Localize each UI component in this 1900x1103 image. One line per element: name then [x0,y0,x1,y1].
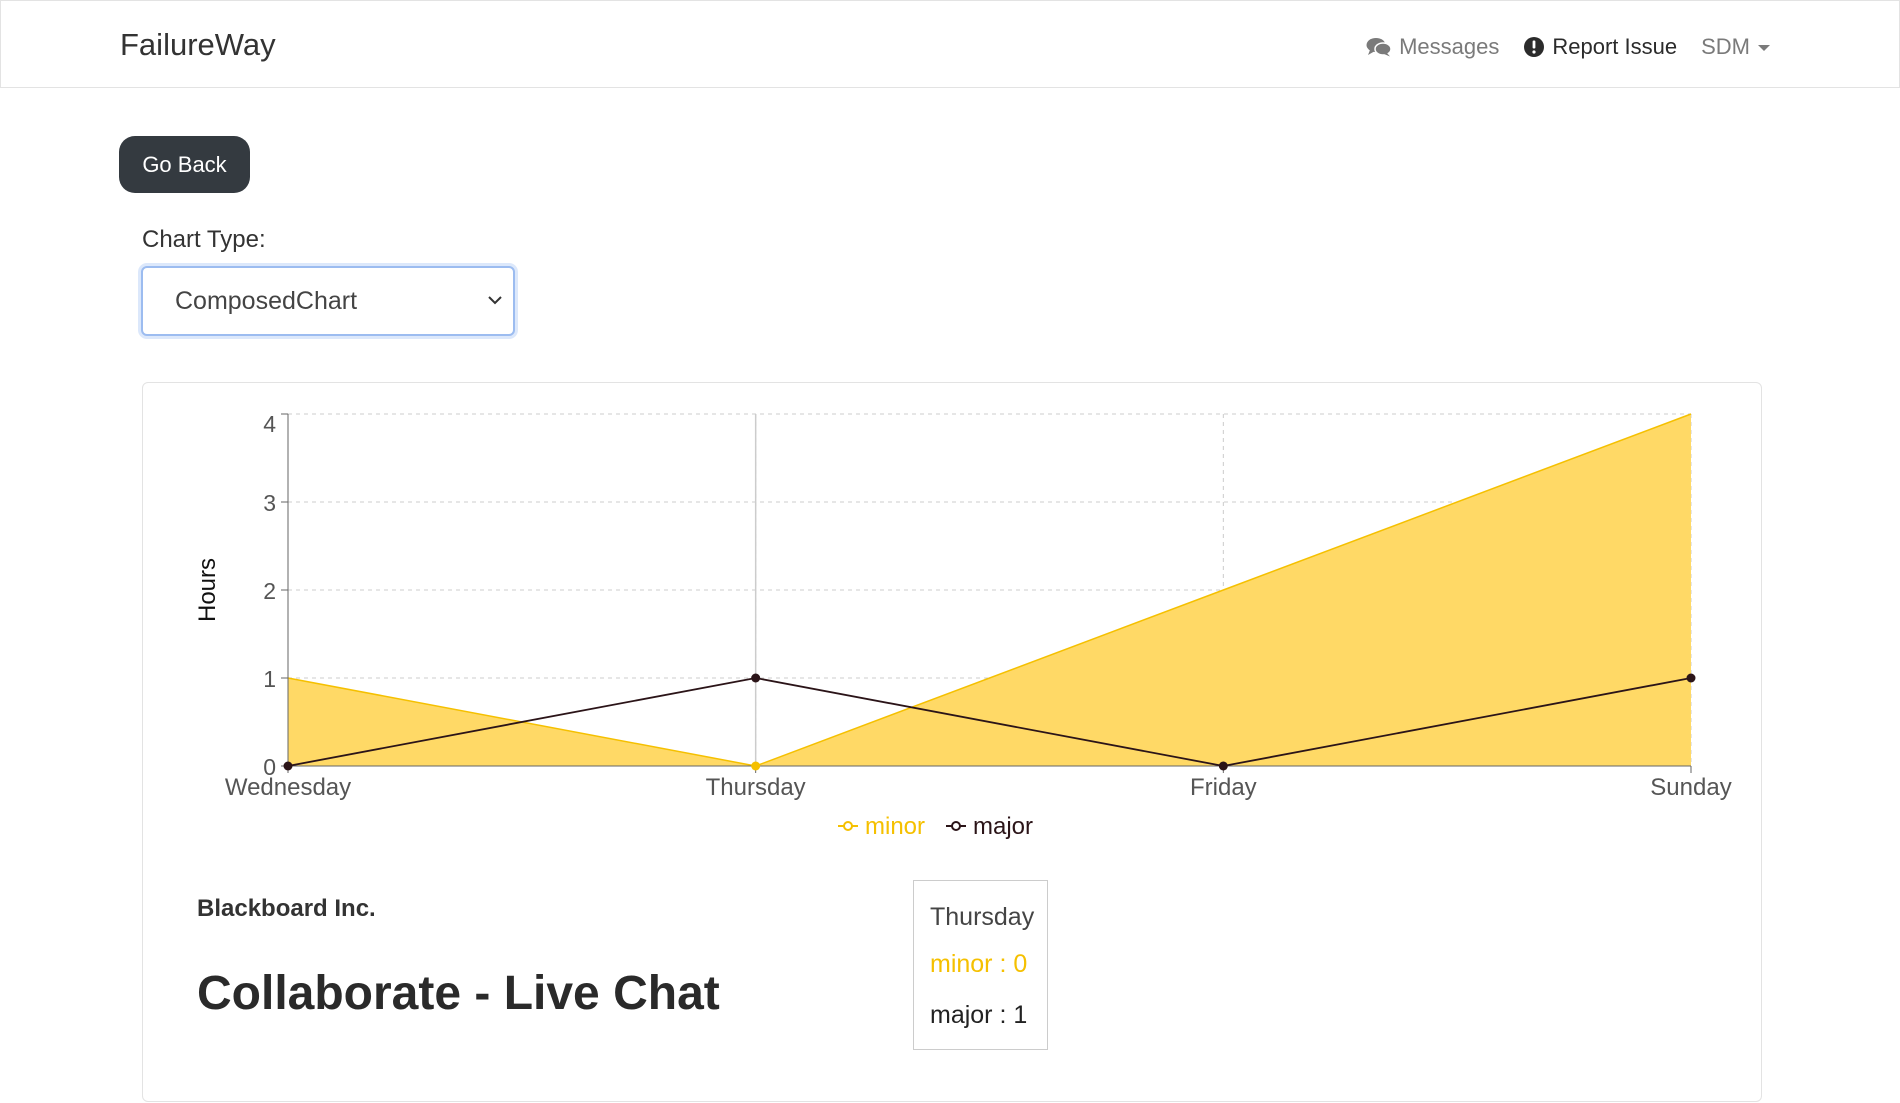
chart-type-select[interactable]: ComposedChart [141,266,515,336]
x-tick-label: Wednesday [225,774,351,801]
messages-link[interactable]: Messages [1366,34,1499,60]
y-axis-label: Hours [194,558,221,622]
x-tick-label: Thursday [706,774,806,801]
x-tick-label: Sunday [1650,774,1731,801]
chart-type-label: Chart Type: [142,226,266,253]
messages-label: Messages [1399,34,1500,59]
major-point [1218,761,1228,771]
tooltip-title: Thursday [930,903,1035,931]
tooltip-major-value: major : 1 [930,1001,1028,1029]
comments-icon [1366,38,1392,57]
major-point [751,673,761,683]
report-issue-label: Report Issue [1552,34,1678,59]
navbar: FailureWay Messages Report Issue SDM [0,0,1900,88]
chart-type-selected-value: ComposedChart [175,287,358,315]
report-issue-link[interactable]: Report Issue [1523,34,1677,60]
user-name: SDM [1701,34,1750,59]
y-tick-label: 1 [263,666,276,692]
chart-tooltip: Thursday minor : 0 major : 1 [913,880,1048,1050]
app-title: Collaborate - Live Chat [197,967,720,1020]
major-point [1686,673,1696,683]
brand-logo[interactable]: FailureWay [120,27,276,63]
chevron-down-icon [488,296,502,305]
exclamation-circle-icon [1524,37,1545,57]
y-tick-label: 2 [263,578,276,604]
legend-major-label: major [973,813,1033,840]
x-tick-label: Friday [1190,774,1257,801]
minor-active-point [751,761,761,771]
y-tick-label: 3 [263,490,276,516]
legend-major-icon-dot [951,821,961,831]
go-back-button[interactable]: Go Back [119,136,250,193]
user-dropdown[interactable]: SDM [1701,34,1770,60]
major-point [283,761,293,771]
nav-right: Messages Report Issue SDM [1366,31,1899,63]
company-name: Blackboard Inc. [197,895,376,922]
legend-minor-label: minor [865,813,925,840]
y-tick-label: 4 [263,411,276,437]
caret-down-icon [1758,45,1770,51]
legend-minor-icon-dot [843,821,853,831]
tooltip-minor-value: minor : 0 [930,950,1028,978]
